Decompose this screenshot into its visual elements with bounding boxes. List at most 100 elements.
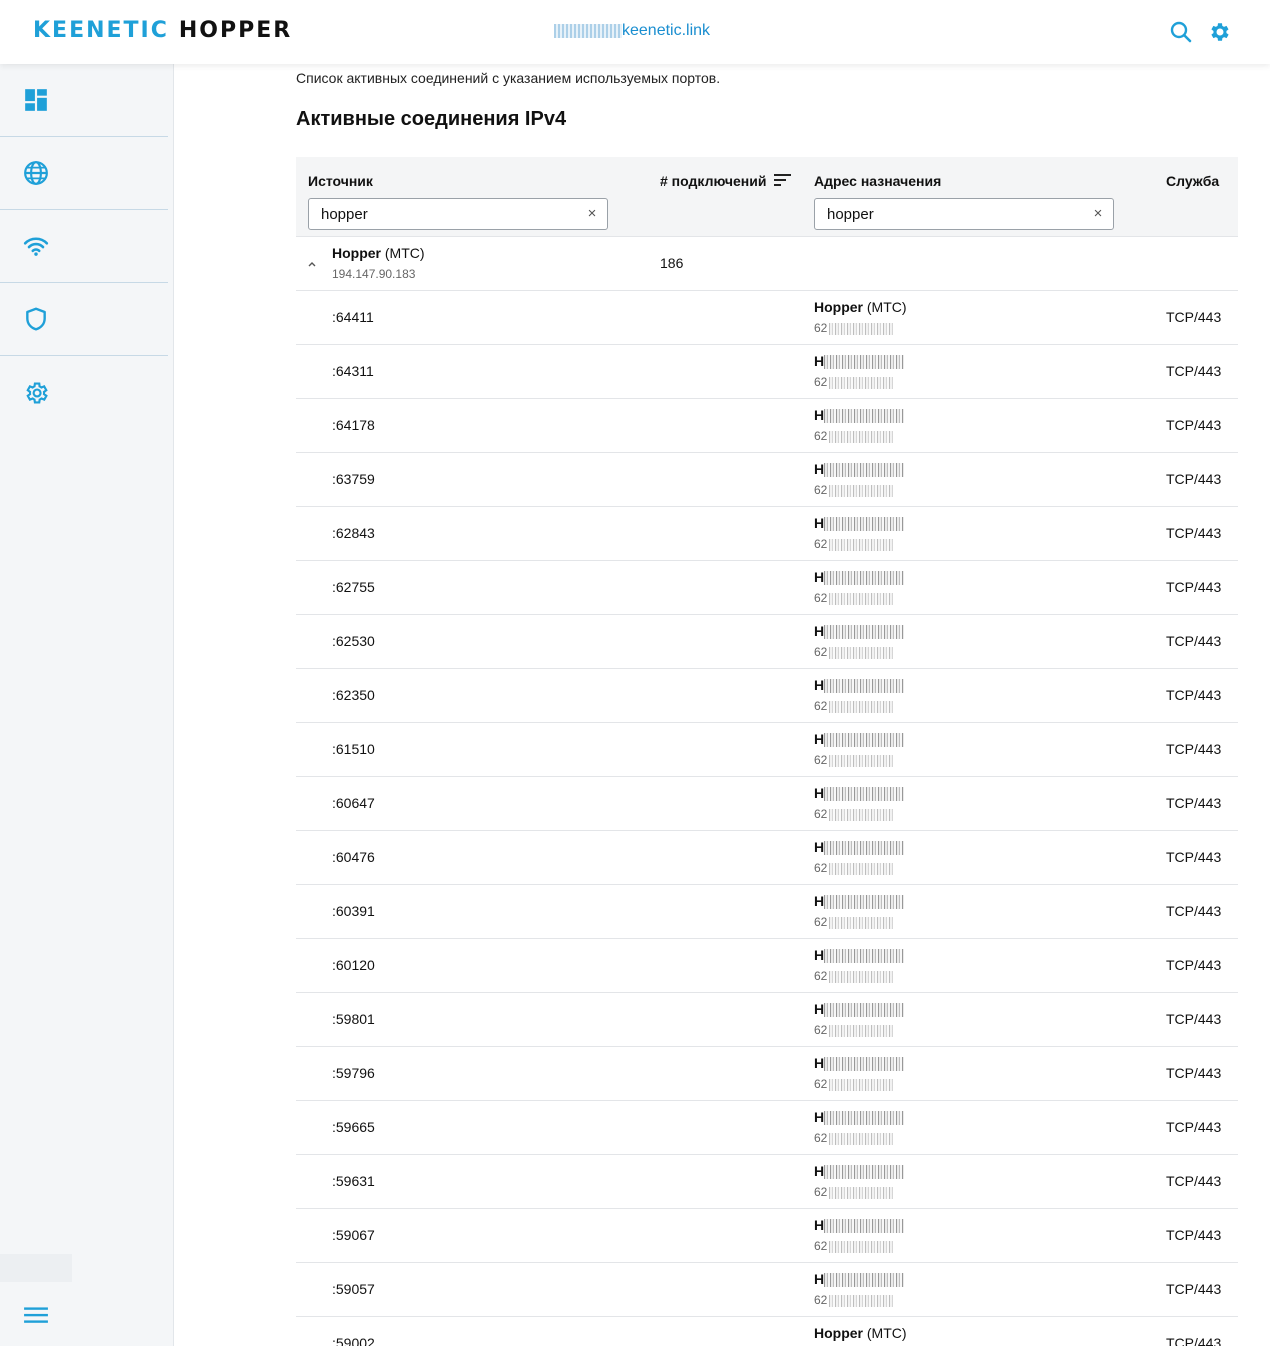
table-row[interactable]: :64411 Hopper (МТС) 62 TCP/443	[296, 291, 1238, 345]
settings-gear-icon[interactable]	[1207, 20, 1231, 44]
menu-icon[interactable]	[23, 1302, 49, 1328]
destination-label-initial: H	[814, 569, 825, 585]
source-port: :64178	[332, 417, 375, 433]
destination-ip: 62	[814, 1131, 894, 1145]
table-row[interactable]: :60391 H 62 TCP/443	[296, 885, 1238, 939]
table-row[interactable]: :62350 H 62 TCP/443	[296, 669, 1238, 723]
column-header-connections[interactable]: # подключений	[660, 173, 766, 189]
service-value: TCP/443	[1166, 741, 1222, 757]
table-row[interactable]: :62843 H 62 TCP/443	[296, 507, 1238, 561]
redacted-ip	[829, 1186, 894, 1199]
source-port: :59796	[332, 1065, 375, 1081]
column-header-destination[interactable]: Адрес назначения	[814, 173, 941, 189]
destination-filter-input[interactable]	[814, 198, 1114, 230]
destination-name: H	[814, 1163, 905, 1180]
destination-ip: 62	[814, 753, 894, 767]
source-device-isp: (МТС)	[384, 245, 425, 261]
table-row[interactable]: :59796 H 62 TCP/443	[296, 1047, 1238, 1101]
redacted-ip	[829, 1078, 894, 1091]
redacted-text	[824, 895, 905, 910]
redacted-ip	[829, 1132, 894, 1145]
redacted-ip	[829, 646, 894, 659]
redacted-text	[824, 409, 905, 424]
redacted-ip	[829, 970, 894, 983]
table-row[interactable]: :60647 H 62 TCP/443	[296, 777, 1238, 831]
destination-ip: 62	[814, 645, 894, 659]
sidebar-item-dashboard[interactable]	[0, 64, 168, 137]
table-row[interactable]: :62530 H 62 TCP/443	[296, 615, 1238, 669]
source-filter-input[interactable]	[308, 198, 608, 230]
destination-label-initial: H	[814, 1163, 825, 1179]
destination-ip-prefix: 62	[814, 1131, 828, 1145]
table-row[interactable]: :61510 H 62 TCP/443	[296, 723, 1238, 777]
redacted-text	[824, 679, 905, 694]
redacted-text	[824, 1165, 905, 1180]
destination-isp: (МТС)	[866, 299, 907, 315]
destination-ip: 62	[814, 483, 894, 497]
redacted-text	[824, 733, 905, 748]
table-row[interactable]: :59057 H 62 TCP/443	[296, 1263, 1238, 1317]
globe-icon	[24, 161, 48, 185]
service-value: TCP/443	[1166, 1173, 1222, 1189]
redacted-ip	[829, 322, 894, 335]
source-port: :64411	[332, 309, 374, 325]
destination-label-initial: H	[814, 1109, 825, 1125]
destination-ip-prefix: 62	[814, 807, 828, 821]
sidebar-item-wifi[interactable]	[0, 210, 168, 283]
destination-ip-prefix: 62	[814, 591, 828, 605]
destination-name: H	[814, 515, 905, 532]
table-row[interactable]: :63759 H 62 TCP/443	[296, 453, 1238, 507]
table-row[interactable]: :62755 H 62 TCP/443	[296, 561, 1238, 615]
destination-ip: 62	[814, 915, 894, 929]
table-row[interactable]: :60476 H 62 TCP/443	[296, 831, 1238, 885]
redacted-ip	[829, 808, 894, 821]
destination-ip: 62	[814, 537, 894, 551]
redacted-text	[824, 355, 905, 370]
sidebar-item-internet[interactable]	[0, 137, 168, 210]
redacted-ip	[829, 916, 894, 929]
wifi-icon	[23, 237, 49, 256]
search-icon[interactable]	[1169, 20, 1193, 44]
redacted-text	[824, 1273, 905, 1288]
service-value: TCP/443	[1166, 957, 1222, 973]
sidebar-item-security[interactable]	[0, 283, 168, 356]
chevron-up-icon[interactable]	[306, 258, 318, 270]
brand-name: KEENETIC	[33, 17, 169, 43]
sort-icon[interactable]	[774, 173, 792, 187]
page-description: Список активных соединений с указанием и…	[296, 70, 721, 86]
table-row[interactable]: :64178 H 62 TCP/443	[296, 399, 1238, 453]
destination-label-initial: H	[814, 677, 825, 693]
sidebar-item-management[interactable]	[0, 356, 168, 429]
redacted-ip	[829, 592, 894, 605]
redacted-text	[824, 1057, 905, 1072]
source-port: :59057	[332, 1281, 375, 1297]
destination-ip-prefix: 62	[814, 1293, 828, 1307]
table-row[interactable]: :59067 H 62 TCP/443	[296, 1209, 1238, 1263]
table-row[interactable]: :64311 H 62 TCP/443	[296, 345, 1238, 399]
source-device-label: Hopper	[332, 245, 381, 261]
destination-isp: (МТС)	[866, 1325, 907, 1341]
table-row[interactable]: :59801 H 62 TCP/443	[296, 993, 1238, 1047]
table-row[interactable]: :59002 Hopper (МТС) TCP/443	[296, 1317, 1238, 1346]
redacted-text	[824, 1219, 905, 1234]
redacted-ip	[829, 1294, 894, 1307]
group-row[interactable]: Hopper (МТС) 194.147.90.183 186	[296, 237, 1238, 291]
source-port: :60476	[332, 849, 375, 865]
redacted-ip	[829, 538, 894, 551]
destination-label-initial: H	[814, 839, 825, 855]
table-row[interactable]: :59665 H 62 TCP/443	[296, 1101, 1238, 1155]
table-row[interactable]: :59631 H 62 TCP/443	[296, 1155, 1238, 1209]
table-row[interactable]: :60120 H 62 TCP/443	[296, 939, 1238, 993]
column-header-service[interactable]: Служба	[1166, 173, 1219, 189]
column-header-source[interactable]: Источник	[308, 173, 373, 189]
destination-label-initial: H	[814, 353, 825, 369]
clear-source-filter-icon[interactable]: ×	[584, 206, 600, 222]
service-value: TCP/443	[1166, 633, 1222, 649]
top-bar: KEENETIC HOPPER keenetic.link	[0, 0, 1270, 64]
clear-destination-filter-icon[interactable]: ×	[1090, 206, 1106, 222]
connection-rows: :64411 Hopper (МТС) 62 TCP/443:64311 H 62 TCP/…	[296, 291, 1238, 1346]
redacted-text	[824, 949, 905, 964]
source-port: :62755	[332, 579, 375, 595]
logo[interactable]: KEENETIC HOPPER	[33, 17, 292, 43]
sidebar-divider	[0, 1254, 72, 1282]
